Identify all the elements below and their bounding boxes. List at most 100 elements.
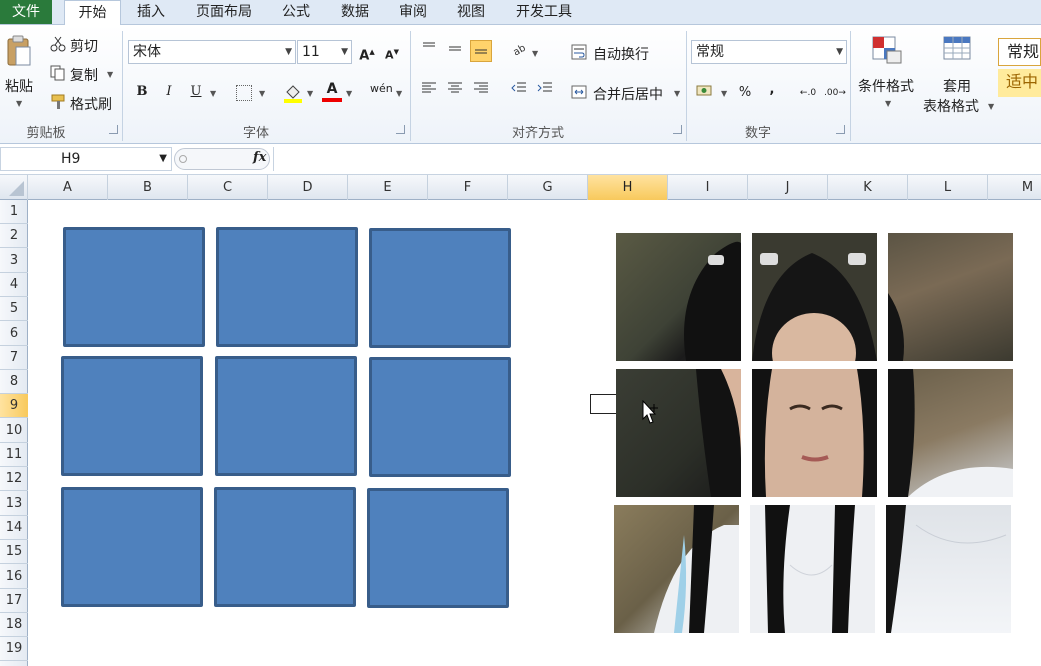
column-header-e[interactable]: E: [348, 175, 428, 200]
formula-input[interactable]: [273, 147, 1041, 171]
row-header-1[interactable]: 1: [0, 200, 28, 224]
phonetic-dropdown-icon[interactable]: ▼: [396, 89, 402, 98]
align-center-icon[interactable]: [444, 81, 466, 103]
grow-font-button[interactable]: A▲: [356, 41, 378, 63]
align-right-icon[interactable]: [470, 81, 492, 103]
column-header-b[interactable]: B: [108, 175, 188, 200]
font-color-dropdown-icon[interactable]: ▼: [346, 89, 352, 98]
copy-button[interactable]: 复制: [70, 65, 98, 85]
column-header-f[interactable]: F: [428, 175, 508, 200]
increase-decimal-icon[interactable]: ←.0: [797, 82, 819, 104]
alignment-launcher-icon[interactable]: [673, 125, 682, 134]
number-launcher-icon[interactable]: [836, 125, 845, 134]
font-size-combo[interactable]: 11 ▼: [297, 40, 352, 64]
row-header-4[interactable]: 4: [0, 273, 28, 297]
select-all-corner[interactable]: [0, 175, 28, 200]
column-header-k[interactable]: K: [828, 175, 908, 200]
row-header-7[interactable]: 7: [0, 346, 28, 370]
number-format-combo[interactable]: 常规 ▼: [691, 40, 847, 64]
align-left-icon[interactable]: [418, 81, 440, 103]
copy-dropdown-icon[interactable]: ▼: [107, 70, 113, 79]
row-header-14[interactable]: 14: [0, 516, 28, 540]
blue-rectangle-shape[interactable]: [61, 487, 203, 607]
row-header-10[interactable]: 10: [0, 419, 28, 443]
row-header-11[interactable]: 11: [0, 443, 28, 467]
tab-insert[interactable]: 插入: [127, 0, 175, 25]
blue-rectangle-shape[interactable]: [367, 488, 509, 608]
name-box[interactable]: H9 ▼: [0, 147, 172, 171]
photo-tile[interactable]: [616, 369, 741, 497]
column-header-l[interactable]: L: [908, 175, 988, 200]
merge-dropdown-icon[interactable]: ▼: [674, 89, 680, 98]
fill-color-icon[interactable]: [284, 83, 302, 103]
insert-function-icon[interactable]: fx: [253, 150, 266, 165]
font-launcher-icon[interactable]: [396, 125, 405, 134]
style-normal[interactable]: 常规: [998, 38, 1041, 66]
blue-rectangle-shape[interactable]: [63, 227, 205, 347]
row-header-18[interactable]: 18: [0, 613, 28, 638]
blue-rectangle-shape[interactable]: [369, 228, 511, 348]
tab-data[interactable]: 数据: [331, 0, 379, 25]
decrease-decimal-icon[interactable]: .00→: [824, 82, 846, 104]
conditional-format-button[interactable]: 条件格式: [858, 76, 914, 96]
comma-button[interactable]: ,: [761, 79, 783, 101]
format-painter-button[interactable]: 格式刷: [70, 94, 112, 114]
column-header-j[interactable]: J: [748, 175, 828, 200]
clipboard-launcher-icon[interactable]: [109, 125, 118, 134]
merge-center-button[interactable]: 合并后居中: [593, 84, 663, 104]
font-color-icon[interactable]: A: [322, 81, 342, 103]
row-header-9[interactable]: 9: [0, 394, 28, 419]
column-header-c[interactable]: C: [188, 175, 268, 200]
chevron-down-icon[interactable]: ▼: [159, 148, 167, 170]
table-format-dropdown-icon[interactable]: ▼: [988, 102, 994, 111]
table-format-label-line2[interactable]: 表格格式: [923, 96, 979, 116]
photo-tile[interactable]: [752, 233, 877, 361]
row-header-6[interactable]: 6: [0, 322, 28, 346]
tab-page-layout[interactable]: 页面布局: [186, 0, 262, 25]
photo-tile[interactable]: [886, 505, 1011, 633]
orientation-icon[interactable]: ab: [508, 41, 530, 63]
tab-formulas[interactable]: 公式: [272, 0, 320, 25]
table-format-label-line1[interactable]: 套用: [943, 76, 971, 96]
blue-rectangle-shape[interactable]: [215, 356, 357, 476]
row-header-15[interactable]: 15: [0, 540, 28, 565]
italic-button[interactable]: I: [158, 81, 180, 103]
currency-dropdown-icon[interactable]: ▼: [721, 89, 727, 98]
fill-color-dropdown-icon[interactable]: ▼: [307, 89, 313, 98]
cut-button[interactable]: 剪切: [70, 36, 98, 56]
align-top-icon[interactable]: [418, 41, 440, 63]
photo-tile[interactable]: [750, 505, 875, 633]
increase-indent-icon[interactable]: [534, 81, 556, 103]
row-header-12[interactable]: 12: [0, 467, 28, 492]
align-bottom-icon[interactable]: [470, 40, 492, 62]
column-header-g[interactable]: G: [508, 175, 588, 200]
photo-tile[interactable]: [616, 233, 741, 361]
tab-view[interactable]: 视图: [447, 0, 495, 25]
photo-tile[interactable]: [888, 233, 1013, 361]
blue-rectangle-shape[interactable]: [369, 357, 511, 477]
underline-dropdown-icon[interactable]: ▼: [210, 89, 216, 98]
active-cell-h9[interactable]: [590, 394, 618, 414]
paste-dropdown-icon[interactable]: ▼: [16, 99, 22, 108]
column-header-i[interactable]: I: [668, 175, 748, 200]
blue-rectangle-shape[interactable]: [61, 356, 203, 476]
column-header-d[interactable]: D: [268, 175, 348, 200]
column-header-h[interactable]: H: [588, 175, 668, 200]
row-header-19[interactable]: 19: [0, 637, 28, 662]
row-header-2[interactable]: 2: [0, 224, 28, 249]
orientation-dropdown-icon[interactable]: ▼: [532, 49, 538, 58]
shrink-font-button[interactable]: A▼: [381, 41, 403, 63]
row-header-13[interactable]: 13: [0, 492, 28, 516]
row-header-17[interactable]: 17: [0, 589, 28, 613]
currency-icon[interactable]: [696, 83, 714, 99]
tab-review[interactable]: 审阅: [389, 0, 437, 25]
tab-file[interactable]: 文件: [0, 0, 52, 24]
paste-icon[interactable]: [6, 35, 32, 67]
conditional-format-icon[interactable]: [871, 35, 903, 65]
phonetic-icon[interactable]: wén: [370, 82, 393, 102]
conditional-format-dropdown-icon[interactable]: ▼: [885, 99, 891, 108]
wrap-text-button[interactable]: 自动换行: [593, 44, 649, 64]
table-format-icon[interactable]: [942, 35, 974, 65]
border-dropdown-icon[interactable]: ▼: [259, 89, 265, 98]
paste-button-label[interactable]: 粘贴: [5, 76, 33, 96]
